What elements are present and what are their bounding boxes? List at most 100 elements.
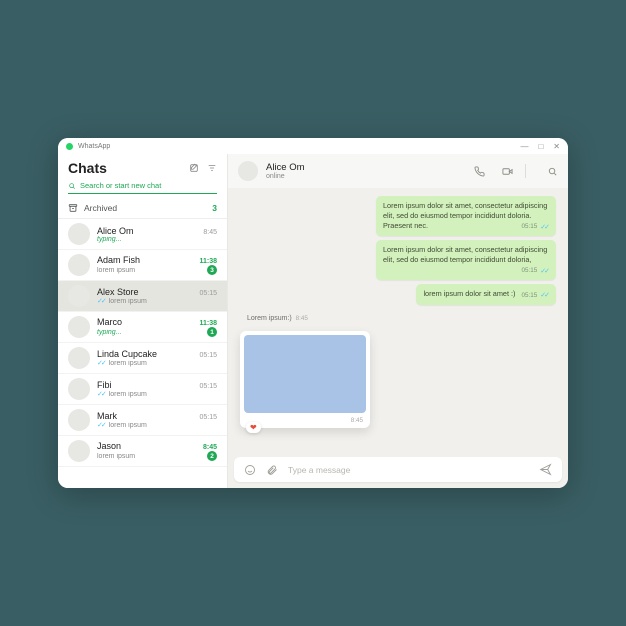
archived-row[interactable]: Archived 3 xyxy=(58,198,227,219)
chat-row[interactable]: Adam Fish11:38 lorem ipsum3 xyxy=(58,250,227,281)
message-row: lorem ipsum dolor sit amet :)05:15✓✓ xyxy=(240,284,556,304)
unread-badge: 1 xyxy=(207,327,217,337)
chat-preview: lorem ipsum xyxy=(109,391,217,398)
chat-name: Marco xyxy=(97,317,199,327)
maximize-button[interactable]: □ xyxy=(538,142,543,151)
chat-time: 05:15 xyxy=(199,383,217,390)
message-time: 8:45 xyxy=(296,315,308,322)
chat-row[interactable]: Alice Om8:45typing... xyxy=(58,219,227,250)
outgoing-message[interactable]: lorem ipsum dolor sit amet :)05:15✓✓ xyxy=(416,284,556,304)
read-ticks-icon: ✓✓ xyxy=(97,421,105,429)
search-in-chat-icon[interactable] xyxy=(547,166,558,177)
chat-avatar xyxy=(68,316,90,338)
chat-preview: typing... xyxy=(97,329,204,336)
outgoing-message[interactable]: Lorem ipsum dolor sit amet, consectetur … xyxy=(376,196,556,236)
chat-name: Jason xyxy=(97,441,203,451)
chat-name: Mark xyxy=(97,411,199,421)
message-row: Lorem ipsum dolor sit amet, consectetur … xyxy=(240,240,556,280)
archived-label: Archived xyxy=(84,203,117,213)
chat-row[interactable]: Jason8:45 lorem ipsum2 xyxy=(58,436,227,467)
chat-row[interactable]: Marco11:38 typing...1 xyxy=(58,312,227,343)
chat-list: Alice Om8:45typing...Adam Fish11:38lorem… xyxy=(58,219,227,488)
message-row: Lorem ipsum dolor sit amet, consectetur … xyxy=(240,196,556,236)
filter-icon[interactable] xyxy=(207,163,217,173)
window-controls: — □ ✕ xyxy=(520,142,560,151)
read-ticks-icon: ✓✓ xyxy=(540,223,548,232)
contact-status: online xyxy=(266,173,457,180)
voice-call-icon[interactable] xyxy=(474,166,485,177)
heart-reaction-icon[interactable]: ❤ xyxy=(246,422,261,433)
chat-time: 11:38 xyxy=(199,258,217,265)
search-input[interactable]: Search or start new chat xyxy=(68,178,217,194)
chat-preview: lorem ipsum xyxy=(109,422,217,429)
chat-avatar xyxy=(68,285,90,307)
chat-row[interactable]: Linda Cupcake05:15✓✓lorem ipsum xyxy=(58,343,227,374)
chat-avatar xyxy=(68,378,90,400)
outgoing-message[interactable]: Lorem ipsum dolor sit amet, consectetur … xyxy=(376,240,556,280)
message-time: 05:15 xyxy=(522,267,538,276)
unread-badge: 2 xyxy=(207,451,217,461)
message-row: Lorem ipsum:) 8:45 xyxy=(240,309,556,328)
attach-icon[interactable] xyxy=(266,464,278,476)
contact-avatar[interactable] xyxy=(238,161,258,181)
conversation-panel: Alice Om online Lorem ipsum dolor sit am… xyxy=(228,154,568,488)
divider xyxy=(525,164,526,178)
incoming-image-message[interactable]: 8:45❤ xyxy=(240,331,370,428)
chat-avatar xyxy=(68,254,90,276)
incoming-label: Lorem ipsum:) 8:45 xyxy=(240,309,315,328)
read-ticks-icon: ✓✓ xyxy=(97,390,105,398)
chat-avatar xyxy=(68,347,90,369)
read-ticks-icon: ✓✓ xyxy=(540,267,548,276)
chat-time: 8:45 xyxy=(203,229,217,236)
message-text: Lorem ipsum dolor sit amet, consectetur … xyxy=(383,245,547,264)
chat-time: 11:38 xyxy=(199,320,217,327)
chat-preview: lorem ipsum xyxy=(97,267,204,274)
chat-name: Alex Store xyxy=(97,287,199,297)
close-button[interactable]: ✕ xyxy=(553,142,560,151)
search-placeholder: Search or start new chat xyxy=(80,181,161,190)
chat-preview: lorem ipsum xyxy=(109,298,217,305)
unread-badge: 3 xyxy=(207,265,217,275)
message-image xyxy=(244,335,366,413)
archive-icon xyxy=(68,203,78,213)
message-input[interactable] xyxy=(288,465,529,475)
chat-row[interactable]: Alex Store05:15✓✓lorem ipsum xyxy=(58,281,227,312)
emoji-icon[interactable] xyxy=(244,464,256,476)
chat-row[interactable]: Mark05:15✓✓lorem ipsum xyxy=(58,405,227,436)
chat-preview: typing... xyxy=(97,236,217,243)
chat-avatar xyxy=(68,409,90,431)
sidebar-header: Chats xyxy=(58,154,227,178)
video-call-icon[interactable] xyxy=(502,166,513,177)
chat-preview: lorem ipsum xyxy=(97,453,204,460)
chat-preview: lorem ipsum xyxy=(109,360,217,367)
sidebar-title: Chats xyxy=(68,160,181,176)
message-text: Lorem ipsum:) xyxy=(247,315,292,322)
read-ticks-icon: ✓✓ xyxy=(97,359,105,367)
chat-name: Adam Fish xyxy=(97,255,199,265)
message-list: Lorem ipsum dolor sit amet, consectetur … xyxy=(228,188,568,451)
sidebar: Chats Search or start new chat Archived … xyxy=(58,154,228,488)
message-composer xyxy=(234,457,562,482)
message-time: 8:45 xyxy=(351,417,363,424)
chat-avatar xyxy=(68,440,90,462)
archived-count: 3 xyxy=(212,203,217,213)
message-text: lorem ipsum dolor sit amet :) xyxy=(423,289,515,298)
send-icon[interactable] xyxy=(539,463,552,476)
chat-name: Alice Om xyxy=(97,226,203,236)
search-icon xyxy=(68,182,76,190)
app-window: WhatsApp — □ ✕ Chats Search or start new… xyxy=(58,138,568,488)
message-time: 05:15 xyxy=(522,223,538,232)
minimize-button[interactable]: — xyxy=(520,142,528,151)
new-chat-icon[interactable] xyxy=(189,163,199,173)
title-bar: WhatsApp — □ ✕ xyxy=(58,138,568,154)
message-row: 8:45❤ xyxy=(240,331,556,428)
chat-time: 8:45 xyxy=(203,444,217,451)
conversation-header: Alice Om online xyxy=(228,154,568,188)
chat-name: Fibi xyxy=(97,380,199,390)
chat-name: Linda Cupcake xyxy=(97,349,199,359)
contact-name: Alice Om xyxy=(266,162,457,173)
whatsapp-logo-icon xyxy=(66,143,73,150)
chat-row[interactable]: Fibi05:15 ✓✓ lorem ipsum xyxy=(58,374,227,405)
chat-avatar xyxy=(68,223,90,245)
read-ticks-icon: ✓✓ xyxy=(97,297,105,305)
